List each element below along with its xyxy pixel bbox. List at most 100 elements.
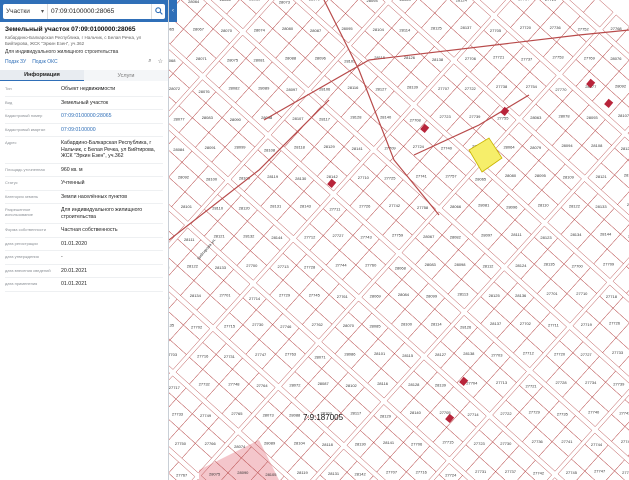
parcel-number: 28071	[314, 355, 326, 360]
parcel-boundary	[392, 179, 420, 206]
search-mode-select[interactable]: Участки ▾	[3, 3, 47, 19]
parcel-boundary	[255, 298, 284, 325]
parcel-number: 27730	[252, 322, 264, 327]
property-value[interactable]: 07:09:0100000	[61, 127, 163, 134]
quarter-number-label: 7:9:187005	[303, 413, 344, 422]
parcel-number: 28108	[591, 143, 603, 148]
parcel-boundary	[526, 322, 557, 354]
search-mode-label: Участки	[6, 7, 30, 15]
parcel-boundary	[478, 418, 504, 443]
parcel-boundary	[407, 323, 438, 354]
parcel-number: 28137	[460, 25, 472, 30]
parcel-boundary	[354, 386, 382, 414]
cadastral-map[interactable]: 28063 28064 28065 28066 28067 28068 28069 28070…	[169, 0, 629, 480]
parcel-number: 28076	[610, 56, 622, 61]
parcel-number: 28132	[243, 233, 255, 238]
parcel-number: 27707	[386, 470, 398, 475]
property-key: дата применения	[5, 281, 38, 286]
parcel-number: 27735	[557, 411, 569, 416]
tab-services[interactable]: Услуги	[84, 70, 168, 81]
zoom-to-icon[interactable]: ⌕	[148, 58, 151, 65]
parcel-number: 27701	[547, 291, 559, 296]
parcel-boundary	[478, 441, 510, 472]
parcel-number: 28065	[475, 176, 487, 181]
parcel-boundary	[565, 115, 596, 146]
property-row: Кадастровый квартал 07:09:0100000	[5, 124, 163, 137]
collapse-panel-button[interactable]: ‹	[169, 0, 177, 22]
parcel-number: 28074	[234, 444, 246, 449]
parcel-boundary	[618, 355, 629, 377]
map-canvas[interactable]: 28063 28064 28065 28066 28067 28068 28069 28070…	[169, 0, 629, 480]
parcel-boundary	[202, 354, 233, 385]
property-key: Адрес	[5, 140, 17, 145]
parcel-number: 28094	[367, 0, 379, 3]
parcel-boundary	[532, 355, 560, 383]
parcel-number: 28069	[370, 293, 382, 298]
parcel-boundary	[273, 176, 305, 207]
link-subsidiary-zu[interactable]: Подзк ЗУ	[5, 59, 26, 65]
parcel-number: 28135	[169, 323, 175, 328]
search-button[interactable]	[151, 3, 165, 19]
parcel-number: 27717	[169, 385, 181, 390]
parcel-number: 27721	[526, 383, 538, 388]
parcel-boundary	[588, 355, 616, 383]
parcel-number: 27737	[521, 56, 533, 61]
parcel-boundary	[229, 297, 257, 326]
parcel-boundary	[315, 294, 346, 325]
parcel-number: 28126	[460, 324, 472, 329]
parcel-number: 28122	[187, 263, 199, 268]
parcel-number: 28090	[237, 470, 249, 475]
parcel-number: 28089	[258, 85, 270, 90]
parcel-number: 28141	[352, 146, 364, 151]
parcel-boundary	[401, 268, 429, 295]
parcel-boundary	[401, 237, 430, 266]
parcel-boundary	[395, 205, 427, 236]
parcel-boundary	[437, 27, 468, 58]
parcel-number: 27727	[332, 233, 344, 238]
parcel-boundary	[258, 28, 290, 59]
parcel-number: 27730	[500, 441, 512, 446]
parcel-boundary	[365, 205, 397, 236]
favorite-star-icon[interactable]: ☆	[158, 58, 163, 65]
parcel-boundary	[455, 204, 486, 236]
parcel-number: 27770	[555, 87, 567, 92]
parcel-number: 28113	[457, 292, 469, 297]
parcel-number: 28100	[401, 321, 413, 326]
parcel-number: 28082	[450, 234, 462, 239]
property-value[interactable]: 07:09:0100000:28065	[61, 113, 163, 120]
parcel-number: 27755	[497, 116, 509, 121]
parcel-boundary	[580, 267, 608, 294]
parcel-number: 28103	[399, 0, 411, 2]
parcel-boundary	[232, 357, 260, 385]
parcel-boundary	[574, 204, 605, 235]
parcel-boundary	[294, 383, 325, 414]
link-subsidiary-oks[interactable]: Подзк ОКС	[32, 59, 57, 65]
parcel-boundary	[419, 445, 447, 473]
property-key: Разрешенное использование	[5, 207, 33, 217]
chevron-down-icon: ▾	[40, 8, 44, 15]
parcel-boundary	[232, 57, 263, 89]
parcel-boundary	[565, 415, 593, 442]
parcel-boundary	[175, 387, 203, 415]
parcel-number: 28088	[289, 413, 301, 418]
parcel-number: 28097	[481, 232, 493, 237]
parcel-boundary	[205, 60, 233, 89]
parcel-boundary	[569, 0, 595, 13]
parcel-boundary	[413, 359, 438, 384]
parcel-boundary	[523, 0, 555, 28]
parcel-number: 28140	[410, 410, 422, 415]
parcel-boundary	[208, 117, 239, 148]
parcel-boundary	[294, 356, 323, 384]
parcel-boundary	[300, 146, 331, 177]
parcel-number: 28083	[202, 115, 214, 120]
parcel-boundary	[469, 352, 501, 384]
parcel-number: 27738	[496, 84, 508, 89]
parcel-boundary	[297, 116, 329, 148]
parcel-number: 28112	[483, 264, 495, 269]
parcel-boundary	[529, 60, 557, 87]
search-input[interactable]: 07:09:0100000:28065	[47, 3, 151, 19]
parcel-number: 27745	[309, 292, 321, 297]
tab-info[interactable]: Информация	[0, 70, 84, 81]
parcel-number: 27709	[603, 261, 615, 266]
parcel-number: 27732	[199, 382, 211, 387]
